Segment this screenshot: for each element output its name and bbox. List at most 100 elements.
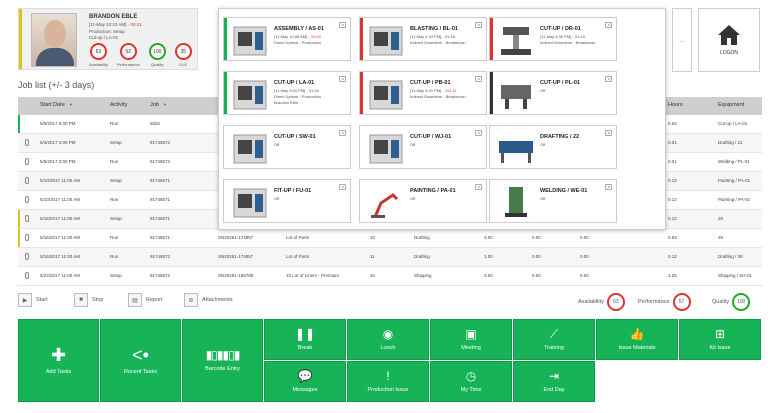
equipment-status-time: Off — [274, 196, 280, 201]
my-time-button[interactable]: ◷ My Time — [430, 361, 512, 402]
logon-label: LOGON — [719, 50, 739, 56]
col-job[interactable]: Job ▼ — [150, 102, 167, 108]
page-title: Job list (+/- 3 days) — [18, 80, 95, 90]
table-row[interactable]: 5/16/2017 11:00 AM Run 91746572 SN20281-174… — [18, 248, 762, 267]
equipment-card[interactable]: CUT-UP / LA-01 [11-May 9:00 PM] - 01:15 D… — [223, 71, 351, 115]
cell-equipment: Welding / PL-01 — [718, 159, 750, 164]
recent-tasks-button[interactable]: <• Recent Tasks — [100, 319, 181, 402]
paperclip-icon — [25, 234, 29, 241]
cell-c1: 1.00 — [484, 254, 493, 259]
col-equipment[interactable]: Equipment — [718, 102, 744, 108]
table-row[interactable]: 5/16/2017 11:00 AM Run 91746571 SN20281-174… — [18, 229, 762, 248]
equipment-title: CUT-UP / DR-01 — [540, 26, 581, 32]
equipment-card[interactable]: PAINTING / PA-01 Off ◂ — [359, 179, 487, 223]
barcode-entry-button[interactable]: ▮▯▮▮▯▮ Barcode Entry — [182, 319, 263, 402]
issue-materials-button[interactable]: 👍 Issue Materials — [596, 319, 678, 360]
cell-hours: 0.12 — [668, 197, 677, 202]
operator-equipment: Cut-up / LA-01 — [89, 35, 119, 40]
cell-part: Lot of Parts — [286, 235, 310, 240]
logon-button[interactable]: LOGON — [698, 8, 760, 72]
report-button[interactable]: ▤ Report — [128, 293, 163, 307]
equipment-status-time: [11-May 4:30 PM] - 01:19 — [540, 34, 585, 39]
equipment-status-time: [11-May 4:33 PM] - 01:16 — [410, 34, 455, 39]
speaker-icon[interactable]: ◂ — [605, 184, 612, 190]
col-start-date[interactable]: Start Date ▼ — [40, 102, 73, 108]
speaker-icon[interactable]: ◂ — [339, 184, 346, 190]
equipment-card[interactable]: CUT-UP / WJ-01 Off ◂ — [359, 125, 487, 169]
equipment-card[interactable]: CUT-UP / DR-01 [11-May 4:30 PM] - 01:19 I… — [489, 17, 617, 61]
play-icon: ▶ — [18, 293, 32, 307]
cell-hours: 0.62 — [668, 121, 677, 126]
equipment-card[interactable]: WELDING / WE-01 Off ◂ — [489, 179, 617, 223]
speaker-icon[interactable]: ◂ — [475, 22, 482, 28]
cnc-machine-icon — [233, 188, 267, 218]
cell-date: 5/9/2017 9:00 PM — [40, 121, 76, 126]
equipment-card[interactable]: CUT-UP / PL-01 Off ◂ — [489, 71, 617, 115]
speaker-icon[interactable]: ◂ — [475, 130, 482, 136]
production-issue-button[interactable]: ! Production Issue — [347, 361, 429, 402]
welder-icon — [505, 187, 527, 217]
start-button[interactable]: ▶ Start — [18, 293, 48, 307]
equipment-title: ASSEMBLY / AS-01 — [274, 26, 324, 32]
equipment-status-bar — [224, 72, 227, 114]
exit-icon: ⇥ — [548, 369, 560, 383]
drafting-table-icon — [499, 141, 533, 163]
col-hours[interactable]: Hours — [668, 102, 683, 108]
kpi-availability: Availability 63 — [578, 293, 625, 311]
recent-arrow-icon: <• — [132, 345, 149, 365]
equipment-title: CUT-UP / SW-01 — [274, 134, 316, 140]
lunch-button[interactable]: ◉ Lunch — [347, 319, 429, 360]
meeting-button[interactable]: ▣ Meeting — [430, 319, 512, 360]
equipment-status-time: Off — [540, 88, 546, 93]
status-stripe — [19, 9, 22, 69]
home-icon — [718, 25, 740, 45]
stop-button[interactable]: ■ Stop — [74, 293, 103, 307]
cell-hours: 0.12 — [668, 178, 677, 183]
cell-equipment: 26 — [718, 216, 724, 221]
table-row[interactable]: 5/22/2017 11:00 AM Setup 91746572 SN20281-1… — [18, 267, 762, 286]
cell-qty: 34 — [370, 273, 376, 278]
cell-part: 10 Lot of Liners - Premium — [286, 273, 340, 278]
drill-press-icon — [501, 27, 531, 55]
training-button[interactable]: ⟋ Training — [513, 319, 595, 360]
speaker-icon[interactable]: ◂ — [605, 76, 612, 82]
end-day-button[interactable]: ⇥ End Day — [513, 361, 595, 402]
speaker-icon[interactable]: ◂ — [339, 76, 346, 82]
equipment-card[interactable]: DRAFTING / 22 Off ◂ — [489, 125, 617, 169]
operator-activity: Production: Setup — [89, 29, 125, 34]
speaker-icon[interactable]: ◂ — [339, 22, 346, 28]
equipment-status-time: Off — [540, 196, 546, 201]
kit-issue-button[interactable]: ⊞ Kit Issue — [679, 319, 761, 360]
speaker-icon[interactable]: ◂ — [605, 22, 612, 28]
speaker-icon[interactable]: ◂ — [605, 130, 612, 136]
cnc-machine-icon — [233, 26, 267, 56]
speaker-icon[interactable]: ◂ — [475, 76, 482, 82]
speaker-icon[interactable]: ◂ — [339, 130, 346, 136]
avatar — [31, 13, 77, 67]
cell-equipment: Cut-up / LA-01 — [718, 121, 748, 126]
equipment-card[interactable]: CUT-UP / PB-01 [11-May 4:41 PM] - 102:11 I… — [359, 71, 487, 115]
cell-activity: Setup — [110, 178, 122, 183]
row-status-bar — [18, 115, 20, 133]
equipment-card[interactable]: ASSEMBLY / AS-01 [11-May 10:06 AM] - 10:0… — [223, 17, 351, 61]
operator-card[interactable]: BRANDON EBLE [11-May 10:23 AM] - 00:41 P… — [18, 8, 198, 70]
cell-c2: 0.00 — [532, 235, 541, 240]
equipment-title: BLASTING / BL-01 — [410, 26, 458, 32]
cell-date: 5/16/2017 11:00 AM — [40, 254, 80, 259]
equipment-card[interactable]: BLASTING / BL-01 [11-May 4:33 PM] - 01:16… — [359, 17, 487, 61]
speaker-icon[interactable]: ◂ — [475, 184, 482, 190]
kpi-quality: Quality 100 — [712, 293, 751, 311]
messages-button[interactable]: 💬 Messages — [264, 361, 346, 402]
gauge-ole: 35 OLE — [174, 43, 192, 67]
equipment-card[interactable]: FIT-UP / FU-01 Off ◂ — [223, 179, 351, 223]
attachments-button[interactable]: ⊘ Attachments — [184, 293, 233, 307]
break-button[interactable]: ❚❚ Break — [264, 319, 346, 360]
cell-job: 91746571 — [150, 235, 171, 240]
more-button[interactable]: ... — [672, 8, 692, 72]
add-tasks-button[interactable]: ✚ Add Tasks — [18, 319, 99, 402]
equipment-card[interactable]: CUT-UP / SW-01 Off ◂ — [223, 125, 351, 169]
cell-date: 5/16/2017 11:00 AM — [40, 235, 80, 240]
operator-clock-line: [11-May 10:23 AM] - 00:41 — [89, 22, 142, 27]
equipment-status-bar — [224, 18, 227, 60]
col-activity[interactable]: Activity — [110, 102, 127, 108]
